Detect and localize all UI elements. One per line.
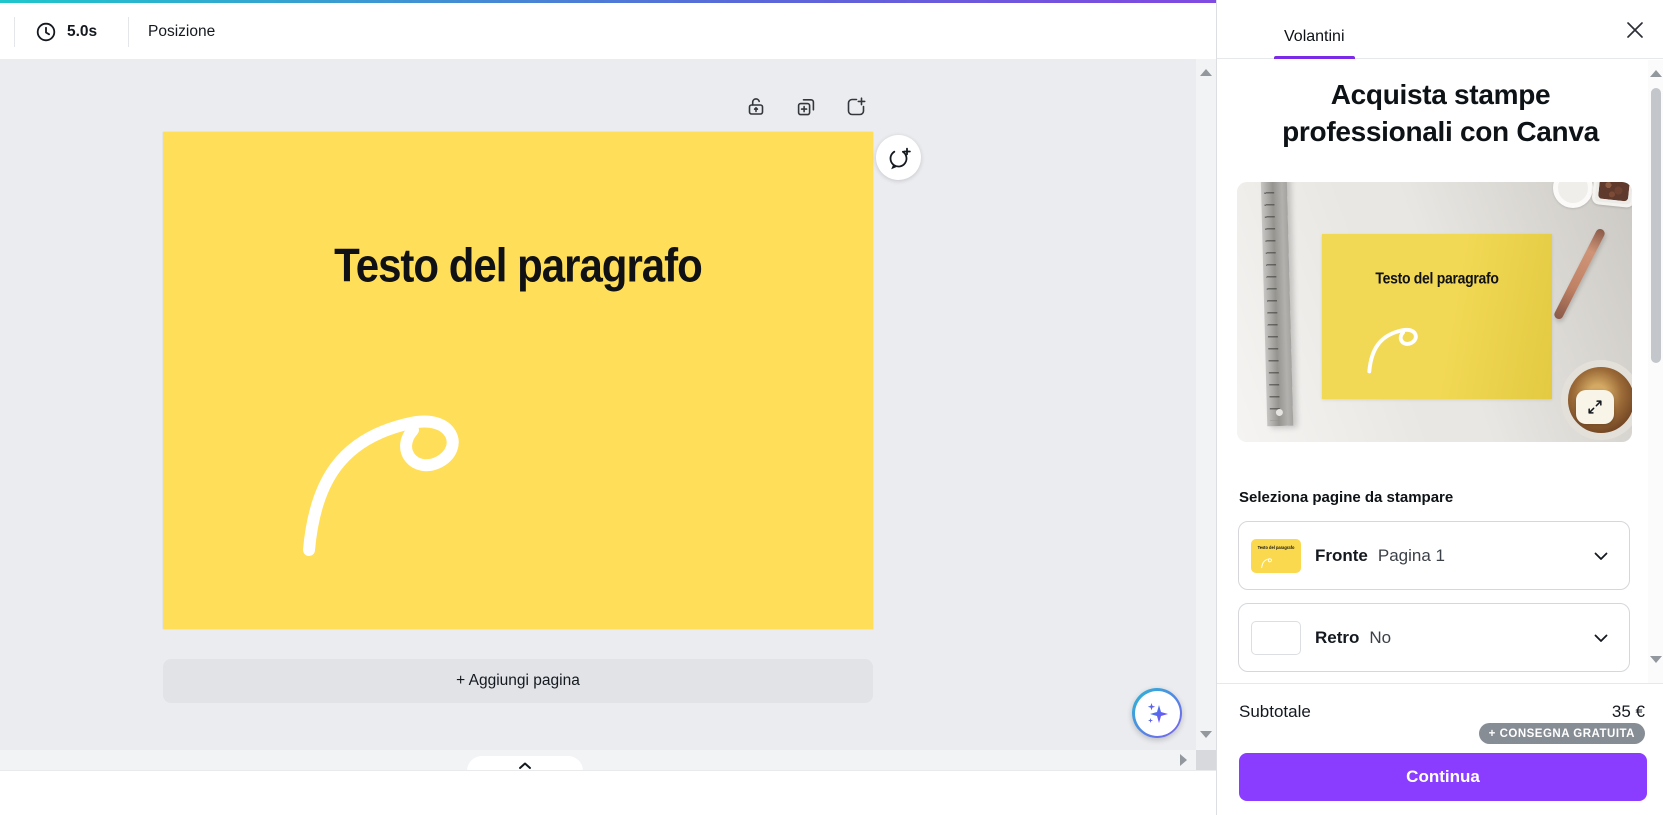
scrollbar-corner <box>1196 750 1216 771</box>
back-page-thumbnail <box>1251 621 1301 655</box>
chevron-down-icon <box>1589 626 1613 650</box>
tab-volantini[interactable]: Volantini <box>1274 14 1355 59</box>
front-value: Pagina 1 <box>1378 546 1445 566</box>
position-button[interactable]: Posizione <box>138 12 225 52</box>
scroll-up-arrow[interactable] <box>1200 69 1212 76</box>
scroll-right-arrow[interactable] <box>1180 754 1187 766</box>
position-label: Posizione <box>148 23 215 41</box>
duration-label: 5.0s <box>67 23 97 41</box>
preview-expand-button[interactable] <box>1576 390 1614 424</box>
panel-scroll-down-arrow[interactable] <box>1650 656 1662 663</box>
add-page-button[interactable]: + Aggiungi pagina <box>163 659 873 703</box>
unlock-icon[interactable] <box>744 95 768 119</box>
print-preview-image: Testo del paragrafo <box>1237 182 1632 442</box>
subtotal-value: 35 € <box>1612 702 1645 722</box>
sparkles-icon <box>1135 691 1180 736</box>
tray-photo-prop <box>1591 182 1632 208</box>
active-tab-underline <box>1274 56 1355 59</box>
canvas-vertical-scrollbar[interactable] <box>1196 59 1216 770</box>
subtotal-label: Subtotale <box>1239 702 1311 722</box>
duplicate-page-icon[interactable] <box>794 95 818 119</box>
expand-icon <box>1585 397 1605 417</box>
add-page-icon[interactable] <box>844 95 868 119</box>
panel-header: Volantini <box>1217 0 1663 59</box>
toolbar: 5.0s Posizione <box>0 3 1216 59</box>
back-label: Retro <box>1315 628 1359 648</box>
thumb-squiggle <box>1251 539 1301 573</box>
continue-label: Continua <box>1406 767 1480 786</box>
preview-flyer: Testo del paragrafo <box>1322 234 1552 399</box>
select-pages-label: Seleziona pagine da stampare <box>1239 489 1453 506</box>
close-panel-button[interactable] <box>1619 14 1651 46</box>
toolbar-divider <box>14 17 15 47</box>
squiggle-element[interactable] <box>163 132 873 629</box>
panel-footer: Subtotale 35 € + CONSEGNA GRATUITA Conti… <box>1217 683 1663 815</box>
continue-button[interactable]: Continua <box>1239 753 1647 801</box>
status-bar: na 1 di 1 50% 1 ? <box>0 770 1216 815</box>
tab-label: Volantini <box>1284 28 1345 45</box>
design-page[interactable]: Testo del paragrafo <box>163 132 873 629</box>
magic-assistant-button[interactable] <box>1132 688 1182 738</box>
print-panel: Volantini Acquista stampe professionali … <box>1216 0 1663 815</box>
canvas-horizontal-scrollbar[interactable] <box>0 750 1196 771</box>
page-actions <box>744 95 868 119</box>
front-page-thumbnail: Testo del paragrafo <box>1251 539 1301 573</box>
toolbar-collapse-handle[interactable] <box>467 756 583 771</box>
front-label: Fronte <box>1315 546 1368 566</box>
animation-duration-button[interactable]: 5.0s <box>24 12 107 52</box>
heading-line-1: Acquista stampe <box>1227 76 1654 113</box>
heading-line-2: professionali con Canva <box>1227 113 1654 150</box>
back-value: No <box>1369 628 1391 648</box>
canva-editor: 5.0s Posizione <box>0 0 1663 815</box>
scroll-down-arrow[interactable] <box>1200 731 1212 738</box>
clock-icon <box>34 20 58 44</box>
front-page-dropdown[interactable]: Testo del paragrafo Fronte Pagina 1 <box>1238 521 1630 590</box>
preview-squiggle <box>1322 234 1552 399</box>
add-page-label: + Aggiungi pagina <box>456 672 580 689</box>
panel-heading: Acquista stampe professionali con Canva <box>1227 76 1654 150</box>
chevron-down-icon <box>1589 544 1613 568</box>
panel-scrollbar-thumb[interactable] <box>1651 88 1661 363</box>
toolbar-divider <box>128 17 129 47</box>
close-icon <box>1619 14 1651 46</box>
canvas-workspace: Testo del paragrafo + Aggiungi pagina <box>0 59 1196 750</box>
panel-scroll-up-arrow[interactable] <box>1650 70 1662 77</box>
back-page-dropdown[interactable]: Retro No <box>1238 603 1630 672</box>
comment-add-icon <box>886 145 912 171</box>
add-comment-button[interactable] <box>876 135 921 180</box>
free-shipping-badge: + CONSEGNA GRATUITA <box>1479 723 1645 744</box>
